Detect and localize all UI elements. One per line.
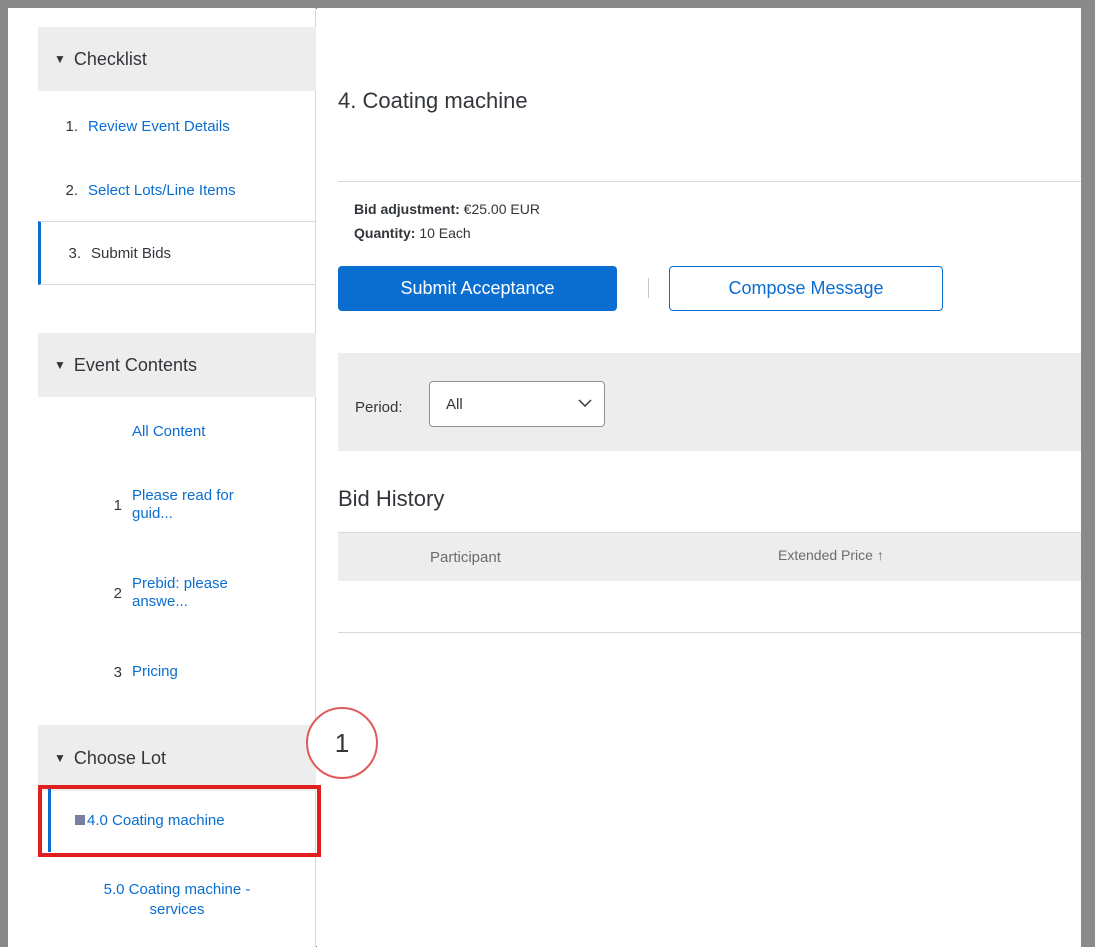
content-item-guidelines[interactable]: 1 Please read for guid... (38, 485, 316, 525)
bid-history-title: Bid History (338, 486, 445, 511)
all-content-link[interactable]: All Content (38, 420, 316, 444)
chevron-down-icon (578, 399, 592, 408)
quantity: Quantity: 10 Each (354, 225, 471, 241)
content-item-label-line1: Prebid: please (132, 575, 228, 592)
checklist-step-submit-bids[interactable]: 3. Submit Bids (38, 221, 316, 285)
content-item-label[interactable]: Pricing (132, 663, 178, 681)
divider (338, 181, 1081, 182)
period-select-value: All (446, 395, 463, 413)
lot-item-label-line1: 5.0 Coating machine - (103, 881, 251, 898)
content-item-pricing[interactable]: 3 Pricing (38, 660, 316, 684)
event-contents-header-label: Event Contents (73, 354, 197, 375)
table-bottom-divider (338, 632, 1081, 633)
compose-message-button[interactable]: Compose Message (669, 266, 943, 311)
bid-adjustment-value: €25.00 EUR (463, 201, 540, 217)
event-contents-header[interactable]: ▼ Event Contents (38, 333, 316, 397)
button-separator (648, 278, 649, 298)
lot-item-coating-machine-services[interactable]: 5.0 Coating machine - services (38, 878, 316, 922)
checklist-header-label: Checklist (73, 48, 147, 69)
content-item-prebid[interactable]: 2 Prebid: please answe... (38, 573, 316, 613)
checklist-step-select-lots[interactable]: 2. Select Lots/Line Items (38, 158, 316, 222)
step-callout-badge: 1 (306, 707, 378, 779)
content-item-label-line2: guid... (132, 505, 173, 522)
content-item-number: 1 (113, 496, 122, 514)
step-number: 3. (68, 244, 81, 262)
content-item-number: 3 (113, 663, 122, 681)
collapse-triangle-icon: ▼ (54, 52, 66, 66)
period-select[interactable]: All (429, 381, 605, 427)
filter-bar: Period: All (338, 353, 1081, 451)
step-number: 2. (65, 181, 78, 199)
column-header-participant[interactable]: Participant (430, 549, 501, 566)
step-label: Submit Bids (91, 244, 172, 262)
submit-acceptance-button[interactable]: Submit Acceptance (338, 266, 617, 311)
bid-adjustment: Bid adjustment: €25.00 EUR (354, 201, 540, 217)
lot-item-label-line2: services (149, 901, 205, 918)
step-number: 1. (65, 117, 78, 135)
checklist-step-review[interactable]: 1. Review Event Details (38, 94, 316, 158)
column-header-extended-price[interactable]: Extended Price ↑ (778, 547, 884, 563)
choose-lot-header-label: Choose Lot (73, 747, 166, 768)
checklist-header[interactable]: ▼ Checklist (38, 27, 316, 91)
content-item-label-line2: answe... (132, 593, 188, 610)
collapse-triangle-icon: ▼ (54, 751, 66, 765)
content-item-label-line1: Please read for (132, 487, 234, 504)
all-content-label[interactable]: All Content (132, 423, 205, 441)
quantity-label: Quantity: (354, 225, 416, 241)
step-label[interactable]: Select Lots/Line Items (88, 182, 236, 199)
bid-adjustment-label: Bid adjustment: (354, 201, 460, 217)
quantity-value: 10 Each (419, 225, 471, 241)
collapse-triangle-icon: ▼ (54, 358, 66, 372)
bid-history-table-header: Participant Extended Price ↑ (338, 532, 1081, 581)
period-label: Period: (355, 399, 403, 416)
main-panel: 4. Coating machine Bid adjustment: €25.0… (317, 8, 1081, 947)
step-label[interactable]: Review Event Details (88, 118, 230, 135)
highlight-box (38, 785, 321, 857)
content-item-number: 2 (113, 584, 122, 602)
page-title: 4. Coating machine (338, 88, 528, 113)
choose-lot-header[interactable]: ▼ Choose Lot (38, 725, 316, 791)
